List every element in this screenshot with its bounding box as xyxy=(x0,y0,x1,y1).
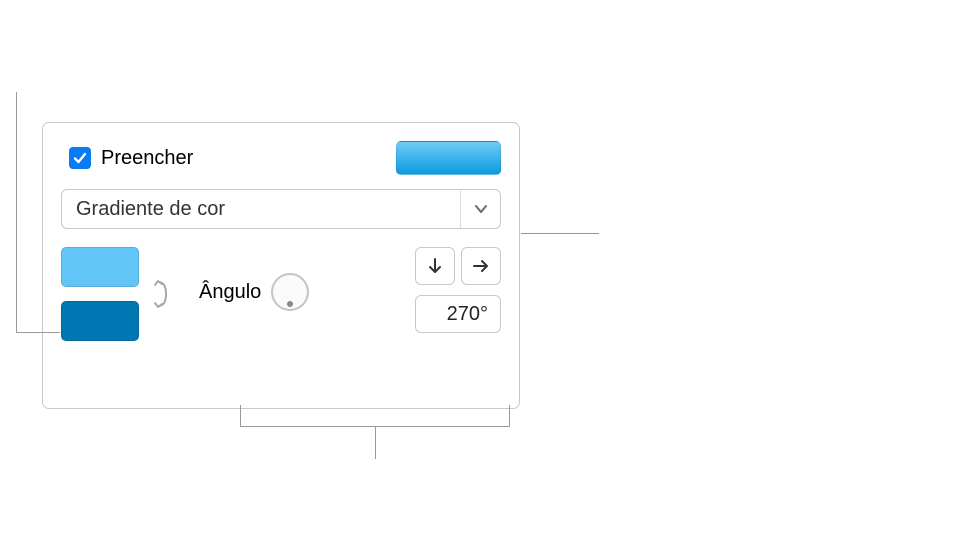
callout-line xyxy=(16,332,60,333)
checkmark-icon xyxy=(72,150,88,166)
arrow-down-icon xyxy=(426,257,444,275)
gradient-color-stop-1[interactable] xyxy=(61,247,139,287)
callout-bracket xyxy=(240,405,510,427)
angle-value-input[interactable]: 270° xyxy=(415,295,501,333)
callout-line xyxy=(375,427,376,459)
gradient-color-stops xyxy=(61,247,139,341)
callout-line xyxy=(16,92,17,332)
gradient-color-stop-2[interactable] xyxy=(61,301,139,341)
fill-checkbox-label: Preencher xyxy=(101,147,193,170)
angle-right-controls: 270° xyxy=(415,247,501,333)
swap-arrows-icon xyxy=(151,278,173,310)
fill-type-select[interactable]: Gradiente de cor xyxy=(61,189,501,229)
fill-header-row: Preencher xyxy=(61,141,501,175)
fill-type-dropdown-arrow xyxy=(460,190,500,228)
fill-checkbox-group: Preencher xyxy=(69,147,193,170)
fill-checkbox[interactable] xyxy=(69,147,91,169)
direction-buttons xyxy=(415,247,501,285)
fill-preview-swatch[interactable] xyxy=(396,141,501,175)
gradient-controls-row: Ângulo 270° xyxy=(61,247,501,341)
direction-right-button[interactable] xyxy=(461,247,501,285)
angle-value-text: 270° xyxy=(447,303,488,326)
swap-colors-button[interactable] xyxy=(147,247,177,341)
callout-line xyxy=(521,233,599,234)
direction-down-button[interactable] xyxy=(415,247,455,285)
angle-dial[interactable] xyxy=(271,273,309,311)
angle-section: Ângulo xyxy=(199,273,309,311)
arrow-right-icon xyxy=(472,257,490,275)
chevron-down-icon xyxy=(474,204,488,214)
angle-label: Ângulo xyxy=(199,281,261,304)
fill-panel: Preencher Gradiente de cor Ângulo xyxy=(42,122,520,409)
fill-type-value: Gradiente de cor xyxy=(76,198,225,221)
